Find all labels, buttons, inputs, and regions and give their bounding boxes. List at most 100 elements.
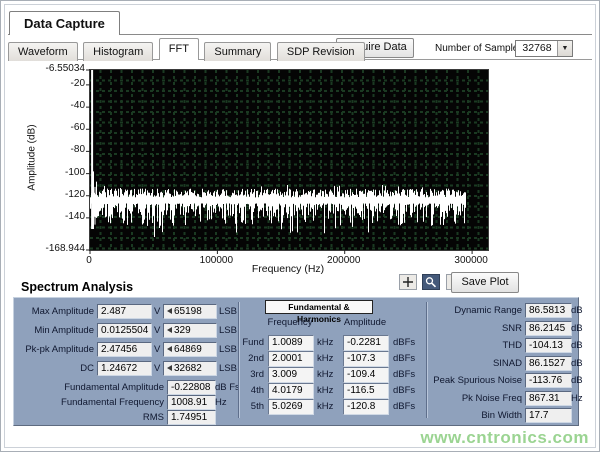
thd-field[interactable]: -104.13 <box>525 338 572 353</box>
y-tick-label: -40 <box>31 100 85 111</box>
peak-spurious-noise-unit: dB <box>571 373 583 388</box>
y-tick-label: -20 <box>31 78 85 89</box>
dc-lsb-field[interactable]: 32682 <box>163 361 217 376</box>
rms-field[interactable]: 1.74951 <box>167 410 216 425</box>
spectrum-analysis-panel: Max Amplitude 2.487 V 65198 LSB Min Ampl… <box>13 297 579 426</box>
harmonics-title: Fundamental & Harmonics <box>265 300 373 314</box>
spinner-arrow-icon <box>167 365 172 371</box>
fft-plot[interactable] <box>89 69 489 251</box>
tab-data-capture[interactable]: Data Capture <box>9 11 120 35</box>
dc-label: DC <box>16 361 94 376</box>
pkpk-amplitude-volts-unit: V <box>154 342 160 357</box>
harmonic-freq-unit: kHz <box>317 351 333 366</box>
max-amplitude-volts-unit: V <box>154 304 160 319</box>
spinner-arrow-icon <box>167 327 172 333</box>
harmonic-freq-unit: kHz <box>317 335 333 350</box>
spinner-arrow-icon <box>167 308 172 314</box>
harmonic-freq-field[interactable]: 5.0269 <box>268 399 314 415</box>
pkpk-amplitude-volts-field[interactable]: 2.47456 <box>97 342 152 357</box>
sinad-label: SINAD <box>430 356 522 371</box>
pkpk-amplitude-lsb-field[interactable]: 64869 <box>163 342 217 357</box>
y-tick-label: -60 <box>31 122 85 133</box>
dc-volts-field[interactable]: 1.24672 <box>97 361 152 376</box>
harmonic-freq-unit: kHz <box>317 367 333 382</box>
harmonic-amp-unit: dBFs <box>393 351 415 366</box>
harmonic-row-label: 3rd <box>242 367 264 382</box>
peak-spurious-noise-field[interactable]: -113.76 <box>525 373 572 388</box>
pkpk-amplitude-lsb-unit: LSB <box>219 342 237 357</box>
fundamental-amplitude-field[interactable]: -0.22808 <box>167 380 216 395</box>
spectrum-analysis-heading: Spectrum Analysis <box>21 280 133 294</box>
dc-lsb-unit: LSB <box>219 361 237 376</box>
pk-noise-freq-field[interactable]: 867.31 <box>525 391 572 406</box>
harmonic-row-label: 4th <box>242 383 264 398</box>
spinner-arrow-icon <box>167 346 172 352</box>
snr-field[interactable]: 86.2145 <box>525 321 572 336</box>
harmonic-row-label: Fund <box>242 335 264 350</box>
min-amplitude-lsb-field[interactable]: 329 <box>163 323 217 338</box>
y-tick-label: -6.55034 <box>31 63 85 74</box>
pk-noise-freq-unit: Hz <box>571 391 583 406</box>
harmonic-amp-unit: dBFs <box>393 399 415 414</box>
tab-waveform[interactable]: Waveform <box>8 42 78 61</box>
y-tick-label: -140 <box>31 211 85 222</box>
harmonic-amp-field[interactable]: -120.8 <box>343 399 389 415</box>
dynamic-range-label: Dynamic Range <box>430 303 522 318</box>
harmonic-amp-unit: dBFs <box>393 383 415 398</box>
x-axis-title: Frequency (Hz) <box>188 263 388 275</box>
harmonic-amp-field[interactable]: -0.2281 <box>343 335 389 351</box>
cursor-tool-icon[interactable] <box>399 274 417 290</box>
watermark-text: www.cntronics.com <box>421 428 589 448</box>
min-amplitude-volts-unit: V <box>154 323 160 338</box>
harmonics-amplitude-header: Amplitude <box>337 317 393 328</box>
max-amplitude-volts-field[interactable]: 2.487 <box>97 304 152 319</box>
y-tick-label: -168.944 <box>31 243 85 254</box>
harmonic-freq-field[interactable]: 1.0089 <box>268 335 314 351</box>
sinad-unit: dB <box>571 356 583 371</box>
peak-spurious-noise-label: Peak Spurious Noise <box>430 373 522 388</box>
min-amplitude-label: Min Amplitude <box>16 323 94 338</box>
harmonic-amp-unit: dBFs <box>393 335 415 350</box>
harmonic-freq-unit: kHz <box>317 399 333 414</box>
max-amplitude-lsb-field[interactable]: 65198 <box>163 304 217 319</box>
harmonic-amp-field[interactable]: -109.4 <box>343 367 389 383</box>
y-tick-label: -120 <box>31 189 85 200</box>
sub-tabstrip: Waveform Histogram FFT Summary SDP Revis… <box>8 39 592 60</box>
snr-unit: dB <box>571 321 583 336</box>
tab-summary[interactable]: Summary <box>204 42 271 61</box>
harmonic-amp-unit: dBFs <box>393 367 415 382</box>
harmonic-row-label: 2nd <box>242 351 264 366</box>
pk-noise-freq-label: Pk Noise Freq <box>430 391 522 406</box>
fundamental-frequency-label: Fundamental Frequency <box>16 395 164 410</box>
thd-label: THD <box>430 338 522 353</box>
save-plot-button[interactable]: Save Plot <box>451 272 519 293</box>
harmonics-frequency-header: Frequency <box>262 317 318 328</box>
fundamental-amplitude-label: Fundamental Amplitude <box>16 380 164 395</box>
tab-histogram[interactable]: Histogram <box>83 42 153 61</box>
harmonic-row-label: 5th <box>242 399 264 414</box>
data-capture-window: Data Capture Waveform Histogram FFT Summ… <box>0 0 600 452</box>
bin-width-field[interactable]: 17.7 <box>525 408 572 423</box>
y-tick-label: -80 <box>31 144 85 155</box>
fundamental-frequency-field[interactable]: 1008.91 <box>167 395 216 410</box>
harmonic-amp-field[interactable]: -107.3 <box>343 351 389 367</box>
panel-divider-left <box>238 302 239 418</box>
dynamic-range-unit: dB <box>571 303 583 318</box>
min-amplitude-lsb-unit: LSB <box>219 323 237 338</box>
tab-fft[interactable]: FFT <box>159 38 199 60</box>
tab-sdp-revision[interactable]: SDP Revision <box>277 42 365 61</box>
zoom-tool-icon[interactable] <box>422 274 440 290</box>
x-tick-label: 300000 <box>441 255 501 266</box>
snr-label: SNR <box>430 321 522 336</box>
dynamic-range-field[interactable]: 86.5813 <box>525 303 572 318</box>
sinad-field[interactable]: 86.1527 <box>525 356 572 371</box>
harmonic-amp-field[interactable]: -116.5 <box>343 383 389 399</box>
fundamental-frequency-unit: Hz <box>215 395 227 410</box>
dc-volts-unit: V <box>154 361 160 376</box>
min-amplitude-volts-field[interactable]: 0.0125504 <box>97 323 152 338</box>
y-tick-label: -100 <box>31 167 85 178</box>
harmonic-freq-field[interactable]: 4.0179 <box>268 383 314 399</box>
harmonic-freq-field[interactable]: 2.0001 <box>268 351 314 367</box>
thd-unit: dB <box>571 338 583 353</box>
harmonic-freq-field[interactable]: 3.009 <box>268 367 314 383</box>
